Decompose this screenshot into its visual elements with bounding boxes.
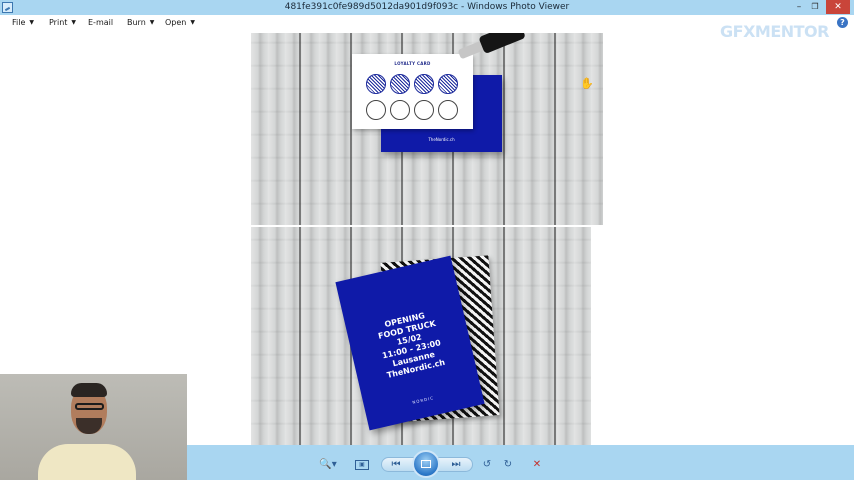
next-icon[interactable]: ⏭ — [449, 459, 463, 471]
window-title: 481fe391c0fe989d5012da901d9f093c - Windo… — [284, 2, 570, 12]
loyalty-card-title: LOYALTY CARD — [394, 61, 431, 66]
rotate-left-icon[interactable]: ↺ — [481, 459, 493, 471]
previous-icon[interactable]: ⏮ — [389, 459, 403, 471]
title-bar: 481fe391c0fe989d5012da901d9f093c - Windo… — [0, 0, 854, 15]
menu-file-label: File — [12, 18, 26, 27]
chevron-down-icon: ▼ — [71, 19, 77, 26]
stamp-filled — [366, 74, 386, 94]
webcam-overlay — [0, 374, 187, 480]
photo-food-truck-poster: OPENING FOOD TRUCK 15/02 11:00 - 23:00 L… — [251, 227, 591, 445]
stamp-empty — [366, 100, 386, 120]
menu-print[interactable]: Print ▼ — [49, 15, 76, 31]
menu-print-label: Print — [49, 18, 68, 27]
menu-file[interactable]: File ▼ — [12, 15, 34, 31]
delete-icon[interactable]: ✕ — [531, 459, 543, 471]
rotate-right-icon[interactable]: ↻ — [502, 459, 514, 471]
presenter-glasses — [75, 403, 104, 410]
card-brand-text: TheNordic.ch — [428, 137, 455, 142]
help-icon[interactable]: ? — [837, 17, 848, 28]
photo-viewer-window: 481fe391c0fe989d5012da901d9f093c - Windo… — [0, 0, 854, 480]
presenter-hair — [71, 383, 107, 397]
stamp-empty — [390, 100, 410, 120]
hand-cursor-icon: ✋ — [580, 77, 594, 90]
slideshow-button[interactable] — [412, 450, 440, 478]
menu-burn[interactable]: Burn ▼ — [127, 15, 154, 31]
stamp-empty — [414, 100, 434, 120]
chevron-down-icon: ▼ — [190, 19, 195, 26]
stamp-filled — [390, 74, 410, 94]
actual-size-icon[interactable]: ▣ — [355, 460, 369, 470]
menu-burn-label: Burn — [127, 18, 146, 27]
minimize-button[interactable]: – — [792, 0, 806, 14]
presenter-shirt — [38, 444, 136, 480]
menu-email[interactable]: E-mail — [88, 15, 113, 31]
rubber-stamp — [455, 33, 526, 65]
menu-open[interactable]: Open ▼ — [165, 15, 195, 31]
poster-text: OPENING FOOD TRUCK 15/02 11:00 - 23:00 L… — [346, 302, 474, 387]
loyalty-card: LOYALTY CARD — [352, 54, 473, 129]
stamp-filled — [438, 74, 458, 94]
chevron-down-icon: ▼ — [149, 19, 155, 26]
stamp-body — [478, 33, 526, 55]
menu-open-label: Open — [165, 18, 187, 27]
chevron-down-icon: ▼ — [29, 19, 35, 26]
maximize-button[interactable]: ❐ — [808, 0, 822, 14]
slideshow-icon — [421, 460, 431, 468]
viewer-toolbar — [187, 445, 854, 480]
zoom-icon[interactable]: 🔍▾ — [318, 459, 338, 471]
photo-loyalty-card: TheNordic.ch LOYALTY CARD — [251, 33, 603, 225]
stamp-filled — [414, 74, 434, 94]
close-button[interactable]: ✕ — [826, 0, 850, 14]
gfxmentor-watermark-logo: GFXMENTOR — [720, 22, 829, 41]
stamp-empty — [438, 100, 458, 120]
menu-email-label: E-mail — [88, 18, 114, 27]
